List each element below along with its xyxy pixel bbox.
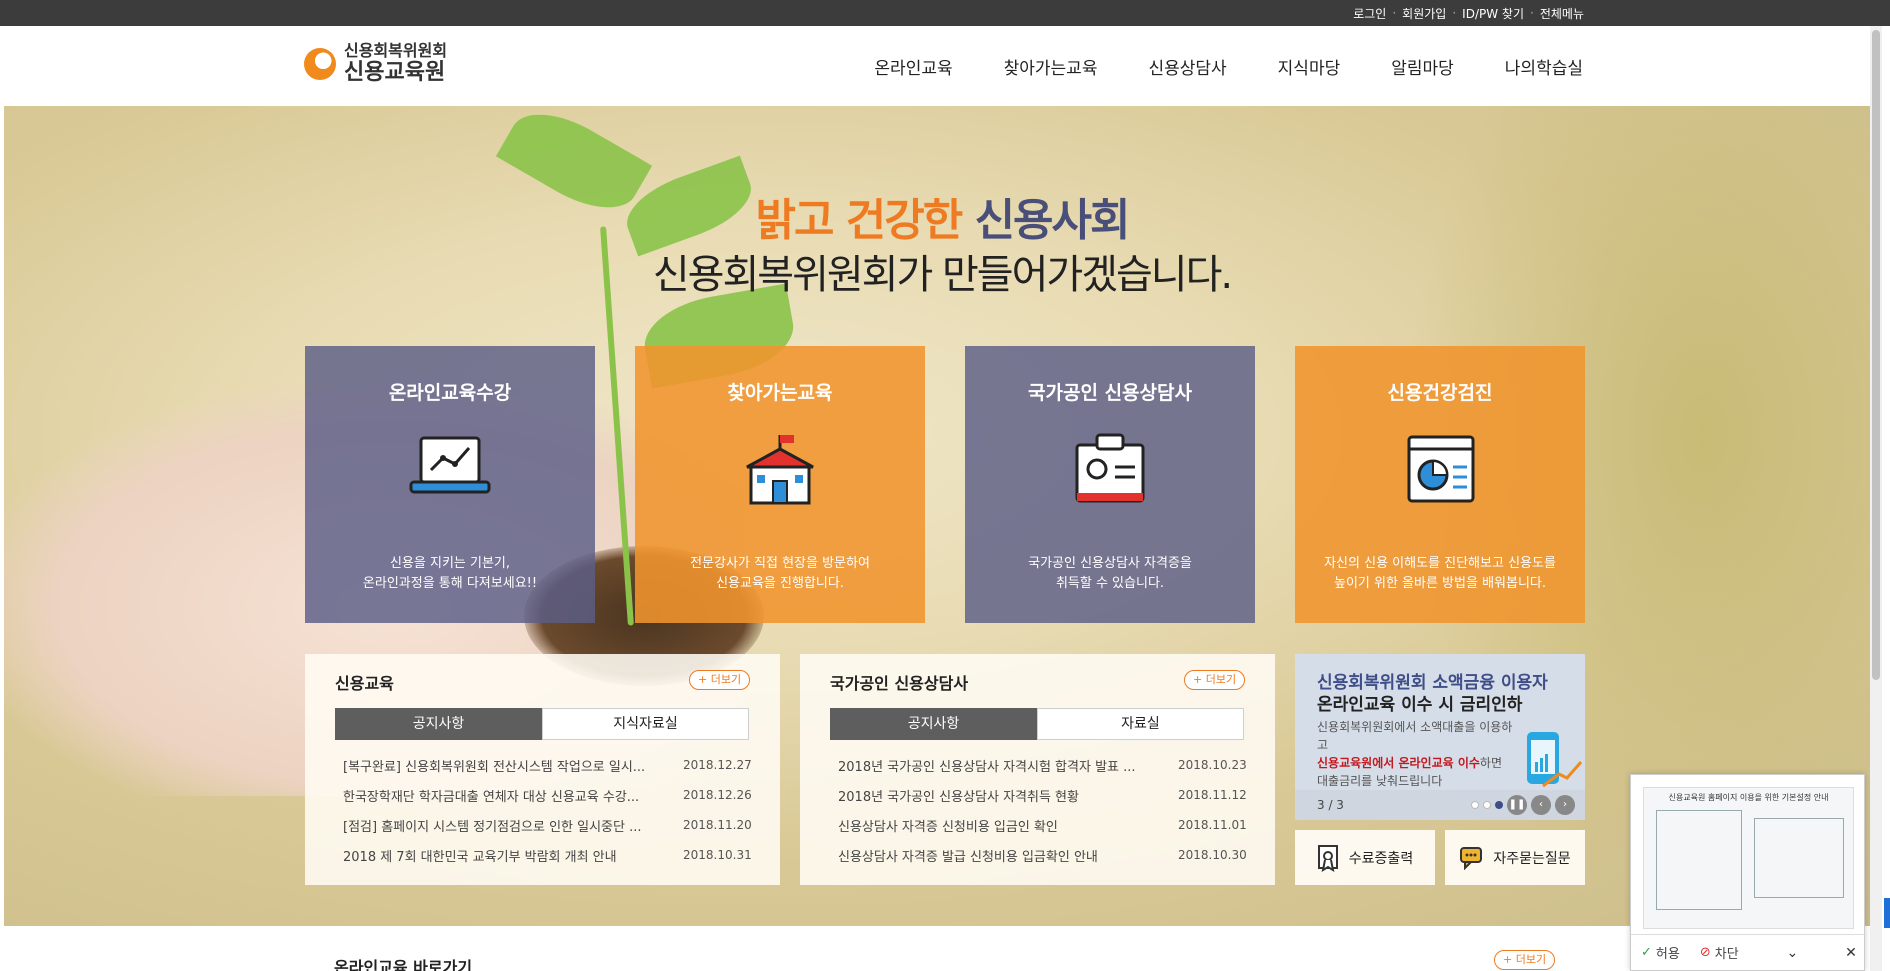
nav-visiting-education[interactable]: 찾아가는교육 bbox=[1004, 54, 1098, 79]
list-item[interactable]: [복구완료] 신용회복위원회 전산시스템 작업으로 일시... 2018.12.2… bbox=[343, 750, 752, 780]
list-item[interactable]: 2018년 국가공인 신용상담사 자격시험 합격자 발표 ... 2018.10.… bbox=[838, 750, 1247, 780]
promo-page-indicator: 3 / 3 bbox=[1317, 798, 1344, 812]
certificate-print-button[interactable]: 수료증출력 bbox=[1295, 830, 1435, 885]
list-item[interactable]: 신용상담사 자격증 신청비용 입금인 확인 2018.11.01 bbox=[838, 810, 1247, 840]
slogan-blue: 신용사회 bbox=[974, 195, 1131, 246]
close-icon[interactable]: ✕ bbox=[1836, 945, 1866, 961]
card-credit-counselor[interactable]: 국가공인 신용상담사 국가공인 신용상담사 자격증을취득할 수 있습니다. bbox=[965, 346, 1255, 623]
nav-online-education[interactable]: 온라인교육 bbox=[874, 54, 952, 79]
site-logo[interactable]: 신용회복위원회 신용교육원 bbox=[304, 42, 447, 86]
nav-credit-counselor[interactable]: 신용상담사 bbox=[1148, 54, 1226, 79]
list-item[interactable]: 한국장학재단 학자금대출 연체자 대상 신용교육 수강... 2018.12.26 bbox=[343, 780, 752, 810]
slide-dot[interactable] bbox=[1483, 801, 1491, 809]
hero-slogan: 밝고 건강한 신용사회 bbox=[4, 184, 1880, 248]
card-title: 신용건강검진 bbox=[1387, 382, 1493, 404]
logo-line2: 신용교육원 bbox=[344, 60, 446, 85]
chat-bubble-icon bbox=[1460, 846, 1483, 870]
login-link[interactable]: 로그인 bbox=[1353, 5, 1386, 22]
preview-title: 신용교육원 홈페이지 이용을 위한 기본설정 안내 bbox=[1668, 793, 1829, 802]
id-card-icon bbox=[1065, 429, 1155, 509]
top-utility-bar: 로그인 · 회원가입 · ID/PW 찾기 · 전체메뉴 bbox=[0, 0, 1890, 26]
list-item[interactable]: 2018년 국가공인 신용상담사 자격취득 현황 2018.11.12 bbox=[838, 780, 1247, 810]
credit-counselor-board: 국가공인 신용상담사 + 더보기 공지사항 자료실 2018년 국가공인 신용상… bbox=[800, 654, 1275, 885]
promo-controls: 3 / 3 ❚❚ ‹ › bbox=[1295, 790, 1585, 820]
block-button[interactable]: ⊘ 차단 bbox=[1690, 943, 1749, 962]
slide-dot[interactable] bbox=[1471, 801, 1479, 809]
card-desc-2: 취득할 수 있습니다. bbox=[1055, 576, 1165, 591]
list-item[interactable]: 신용상담사 자격증 발급 신청비용 입금확인 안내 2018.10.30 bbox=[838, 840, 1247, 870]
list-item[interactable]: 2018 제 7회 대한민국 교육기부 박람회 개최 안내 2018.10.31 bbox=[343, 840, 752, 870]
tab-knowledge-archive[interactable]: 지식자료실 bbox=[542, 708, 749, 740]
card-online-course[interactable]: 온라인교육수강 신용을 지키는 기본기, 온라인과정을 통해 다져보세요!! bbox=[305, 346, 595, 623]
tab-notice[interactable]: 공지사항 bbox=[830, 708, 1037, 740]
board-tabs: 공지사항 지식자료실 bbox=[335, 708, 749, 740]
popup-actions: ✓ 허용 ⊘ 차단 ⌄ ✕ bbox=[1631, 934, 1866, 970]
board-tabs: 공지사항 자료실 bbox=[830, 708, 1244, 740]
block-icon: ⊘ bbox=[1699, 945, 1711, 960]
notice-list: [복구완료] 신용회복위원회 전산시스템 작업으로 일시... 2018.12.2… bbox=[343, 750, 752, 870]
card-desc-2: 온라인과정을 통해 다져보세요!! bbox=[362, 576, 538, 591]
more-button[interactable]: + 더보기 bbox=[689, 670, 751, 690]
credit-education-board: 신용교육 + 더보기 공지사항 지식자료실 [복구완료] 신용회복위원회 전산시… bbox=[305, 654, 780, 885]
page-scrollbar[interactable] bbox=[1870, 26, 1882, 971]
card-desc-1: 전문강사가 직접 현장을 방문하여 bbox=[690, 556, 870, 571]
school-icon bbox=[735, 429, 825, 509]
online-shortcut-section: 온라인교육 바로가기 + 더보기 bbox=[4, 926, 1880, 971]
nav-knowledge[interactable]: 지식마당 bbox=[1278, 54, 1341, 79]
allow-button[interactable]: ✓ 허용 bbox=[1631, 943, 1690, 962]
scrollbar-thumb[interactable] bbox=[1872, 30, 1880, 680]
laptop-icon bbox=[405, 429, 495, 509]
faq-button[interactable]: 자주묻는질문 bbox=[1445, 830, 1585, 885]
more-button[interactable]: + 더보기 bbox=[1184, 670, 1246, 690]
pause-icon[interactable]: ❚❚ bbox=[1507, 795, 1527, 815]
promo-desc: 신용회복위원회에서 소액대출을 이용하고 신용교육원에서 온라인교육 이수하면 … bbox=[1317, 720, 1513, 788]
nav-notice[interactable]: 알림마당 bbox=[1391, 54, 1454, 79]
tab-archive[interactable]: 자료실 bbox=[1037, 708, 1244, 740]
all-menu-link[interactable]: 전체메뉴 bbox=[1540, 5, 1584, 22]
slide-dot-active[interactable] bbox=[1495, 801, 1503, 809]
check-icon: ✓ bbox=[1641, 945, 1652, 960]
notice-list: 2018년 국가공인 신용상담사 자격시험 합격자 발표 ... 2018.10.… bbox=[838, 750, 1247, 870]
card-desc-1: 자신의 신용 이해도를 진단해보고 신용도를 bbox=[1324, 556, 1556, 571]
site-header: 신용회복위원회 신용교육원 온라인교육 찾아가는교육 신용상담사 지식마당 알림… bbox=[4, 26, 1880, 106]
card-desc-1: 신용을 지키는 기본기, bbox=[389, 556, 511, 571]
chevron-down-icon[interactable]: ⌄ bbox=[1777, 945, 1807, 961]
logo-line1: 신용회복위원회 bbox=[344, 41, 448, 60]
card-credit-checkup[interactable]: 신용건강검진 자신의 신용 이해도를 진단해보고 신용도를높이기 위한 올바른 … bbox=[1295, 346, 1585, 623]
board-title: 신용교육 bbox=[335, 674, 394, 693]
card-desc-1: 국가공인 신용상담사 자격증을 bbox=[1028, 556, 1192, 571]
section-title: 온라인교육 바로가기 bbox=[334, 958, 473, 971]
certificate-icon bbox=[1317, 844, 1338, 872]
notification-popup: 신용교육원 홈페이지 이용을 위한 기본설정 안내 ✓ 허용 ⊘ 차단 ⌄ ✕ bbox=[1630, 774, 1866, 971]
phone-chart-icon bbox=[1527, 732, 1583, 788]
promo-banner[interactable]: 신용회복위원회 소액금융 이용자 온라인교육 이수 시 금리인하 신용회복위원회… bbox=[1295, 654, 1585, 820]
prev-arrow-icon[interactable]: ‹ bbox=[1531, 795, 1551, 815]
popup-preview-image[interactable]: 신용교육원 홈페이지 이용을 위한 기본설정 안내 bbox=[1643, 787, 1854, 929]
main-nav: 온라인교육 찾아가는교육 신용상담사 지식마당 알림마당 나의학습실 bbox=[874, 26, 1583, 106]
card-title: 온라인교육수강 bbox=[388, 382, 512, 404]
hero-subslogan: 신용회복위원회가 만들어가겠습니다. bbox=[652, 252, 1233, 298]
card-title: 국가공인 신용상담사 bbox=[1028, 382, 1192, 404]
card-title: 찾아가는교육 bbox=[727, 382, 833, 404]
slogan-orange: 밝고 건강한 bbox=[755, 195, 964, 246]
logo-mark-icon bbox=[304, 48, 336, 80]
pie-report-icon bbox=[1395, 429, 1485, 509]
card-desc-2: 높이기 위한 올바른 방법을 배워봅니다. bbox=[1333, 576, 1547, 591]
find-idpw-link[interactable]: ID/PW 찾기 bbox=[1462, 5, 1524, 22]
tab-notice[interactable]: 공지사항 bbox=[335, 708, 542, 740]
card-desc-2: 신용교육을 진행합니다. bbox=[716, 576, 844, 591]
card-visiting-education[interactable]: 찾아가는교육 전문강사가 직접 현장을 방문하여신용교육을 진행합니다. bbox=[635, 346, 925, 623]
board-title: 국가공인 신용상담사 bbox=[830, 674, 969, 693]
signup-link[interactable]: 회원가입 bbox=[1402, 5, 1446, 22]
side-tab[interactable] bbox=[1884, 898, 1890, 928]
more-button[interactable]: + 더보기 bbox=[1494, 950, 1556, 970]
top-links: 로그인 · 회원가입 · ID/PW 찾기 · 전체메뉴 bbox=[1353, 5, 1584, 22]
faq-label: 자주묻는질문 bbox=[1493, 850, 1571, 867]
promo-line2: 온라인교육 이수 시 금리인하 bbox=[1317, 695, 1523, 715]
list-item[interactable]: [점검] 홈페이지 시스템 정기점검으로 인한 일시중단 ... 2018.11.… bbox=[343, 810, 752, 840]
certificate-print-label: 수료증출력 bbox=[1348, 850, 1414, 867]
next-arrow-icon[interactable]: › bbox=[1555, 795, 1575, 815]
nav-my-learning[interactable]: 나의학습실 bbox=[1505, 54, 1583, 79]
